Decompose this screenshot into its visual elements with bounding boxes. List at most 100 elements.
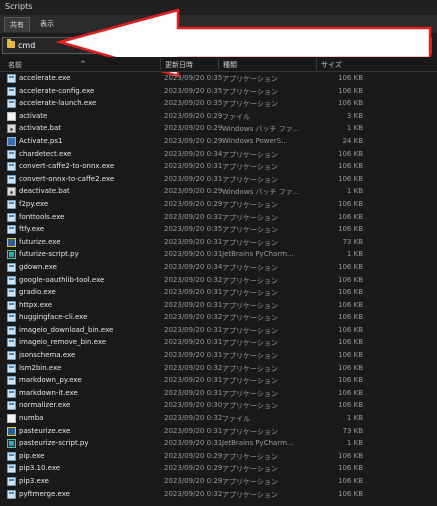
file-row[interactable]: convert-caffe2-to-onnx.exe 2023/09/20 0:3… bbox=[0, 160, 437, 173]
file-name: f2py.exe bbox=[19, 199, 49, 208]
file-date: 2023/09/20 0:29 bbox=[164, 451, 223, 460]
file-size: 106 KB bbox=[338, 162, 363, 171]
file-date: 2023/09/20 0:35 bbox=[164, 99, 223, 108]
file-type: Windows PowerS... bbox=[222, 136, 288, 145]
file-row[interactable]: pasteurize-script.py 2023/09/20 0:31 JetBr… bbox=[0, 437, 437, 450]
file-type: アプリケーション bbox=[222, 163, 278, 172]
file-row[interactable]: activate.bat 2023/09/20 0:29 Windows バッチ フ… bbox=[0, 122, 437, 135]
exe-file-icon bbox=[7, 212, 16, 222]
file-name: futurize-script.py bbox=[19, 250, 79, 259]
file-row[interactable]: chardetect.exe 2023/09/20 0:34 アプリケーション 106… bbox=[0, 148, 437, 161]
file-row[interactable]: accelerate.exe 2023/09/20 0:35 アプリケーション 106… bbox=[0, 72, 437, 85]
file-date: 2023/09/20 0:31 bbox=[164, 174, 223, 183]
file-type: Windows バッチ ファ... bbox=[222, 125, 300, 134]
file-date: 2023/09/20 0:29 bbox=[164, 464, 223, 473]
file-size: 106 KB bbox=[338, 325, 363, 334]
file-size: 106 KB bbox=[338, 212, 363, 221]
file-row[interactable]: google-oauthlib-tool.exe 2023/09/20 0:32 ア… bbox=[0, 274, 437, 287]
file-type: アプリケーション bbox=[222, 427, 278, 436]
file-date: 2023/09/20 0:29 bbox=[164, 111, 223, 120]
file-row[interactable]: gdown.exe 2023/09/20 0:34 アプリケーション 106 KB bbox=[0, 261, 437, 274]
file-size: 106 KB bbox=[338, 464, 363, 473]
file-row[interactable]: futurize-script.py 2023/09/20 0:31 JetBrai… bbox=[0, 248, 437, 261]
file-row[interactable]: ftfy.exe 2023/09/20 0:35 アプリケーション 106 KB bbox=[0, 223, 437, 236]
file-name: accelerate-config.exe bbox=[19, 86, 95, 95]
file-name: pip3.10.exe bbox=[19, 464, 61, 473]
file-row[interactable]: Activate.ps1 2023/09/20 0:29 Windows Power… bbox=[0, 135, 437, 148]
file-name: deactivate.bat bbox=[19, 187, 70, 196]
file-row[interactable]: deactivate.bat 2023/09/20 0:29 Windows バッチ… bbox=[0, 185, 437, 198]
file-row[interactable]: lsm2bin.exe 2023/09/20 0:32 アプリケーション 106 KB bbox=[0, 362, 437, 375]
file-row[interactable]: normalizer.exe 2023/09/20 0:30 アプリケーション 106… bbox=[0, 399, 437, 412]
file-row[interactable]: markdown_py.exe 2023/09/20 0:31 アプリケーション 10… bbox=[0, 374, 437, 387]
exe-file-icon bbox=[7, 401, 16, 411]
file-type: アプリケーション bbox=[222, 175, 278, 184]
file-row[interactable]: huggingface-cli.exe 2023/09/20 0:32 アプリケーシ… bbox=[0, 311, 437, 324]
file-type: アプリケーション bbox=[222, 478, 278, 486]
column-divider[interactable] bbox=[218, 58, 219, 70]
file-name: imageio_remove_bin.exe bbox=[19, 338, 107, 347]
file-row[interactable]: jsonschema.exe 2023/09/20 0:31 アプリケーション 106… bbox=[0, 349, 437, 362]
file-row[interactable]: fonttools.exe 2023/09/20 0:32 アプリケーション 106 … bbox=[0, 211, 437, 224]
column-size[interactable]: サイズ bbox=[321, 60, 342, 70]
file-row[interactable]: markdown-it.exe 2023/09/20 0:31 アプリケーション 10… bbox=[0, 387, 437, 400]
exe-file-icon bbox=[7, 275, 16, 285]
file-row[interactable]: pasteurize.exe 2023/09/20 0:31 アプリケーション 73 … bbox=[0, 425, 437, 438]
file-type: アプリケーション bbox=[222, 352, 278, 361]
column-type[interactable]: 種類 bbox=[223, 60, 237, 70]
file-row[interactable]: numba 2023/09/20 0:32 ファイル 1 KB bbox=[0, 412, 437, 425]
column-divider[interactable] bbox=[316, 58, 317, 70]
file-row[interactable]: pyftmerge.exe 2023/09/20 0:32 アプリケーション 106 … bbox=[0, 488, 437, 501]
file-row[interactable]: accelerate-config.exe 2023/09/20 0:35 アプリケ… bbox=[0, 85, 437, 98]
file-date: 2023/09/20 0:31 bbox=[164, 376, 223, 385]
file-type: アプリケーション bbox=[222, 465, 278, 474]
exe-file-icon bbox=[7, 262, 16, 272]
column-date[interactable]: 更新日時 bbox=[165, 60, 193, 70]
file-row[interactable]: httpx.exe 2023/09/20 0:31 アプリケーション 106 KB bbox=[0, 299, 437, 312]
file-row[interactable]: f2py.exe 2023/09/20 0:29 アプリケーション 106 KB bbox=[0, 198, 437, 211]
file-type: アプリケーション bbox=[222, 314, 278, 323]
file-type: JetBrains PyCharm... bbox=[222, 439, 294, 448]
file-size: 106 KB bbox=[338, 99, 363, 108]
file-type: アプリケーション bbox=[222, 364, 278, 373]
file-size: 1 KB bbox=[346, 124, 363, 133]
file-name: gradio.exe bbox=[19, 288, 56, 297]
file-name: httpx.exe bbox=[19, 300, 53, 309]
file-size: 106 KB bbox=[338, 313, 363, 322]
file-row[interactable]: activate 2023/09/20 0:29 ファイル 3 KB bbox=[0, 110, 437, 123]
file-size: 106 KB bbox=[338, 149, 363, 158]
file-date: 2023/09/20 0:31 bbox=[164, 300, 223, 309]
file-row[interactable]: pip3.10.exe 2023/09/20 0:29 アプリケーション 106 KB bbox=[0, 462, 437, 475]
file-size: 1 KB bbox=[346, 439, 363, 448]
column-name[interactable]: 名前 bbox=[8, 60, 22, 70]
sort-caret-icon: ^ bbox=[80, 60, 86, 68]
file-row[interactable]: pip3.exe 2023/09/20 0:29 アプリケーション 106 KB bbox=[0, 475, 437, 488]
exe-file-icon bbox=[7, 199, 16, 209]
file-row[interactable]: gradio.exe 2023/09/20 0:31 アプリケーション 106 KB bbox=[0, 286, 437, 299]
py-file-icon bbox=[7, 439, 16, 449]
file-row[interactable]: imageio_download_bin.exe 2023/09/20 0:31 ア… bbox=[0, 324, 437, 337]
exe-file-icon bbox=[7, 174, 16, 184]
pyexe-file-icon bbox=[7, 237, 16, 247]
file-row[interactable]: pip.exe 2023/09/20 0:29 アプリケーション 106 KB bbox=[0, 450, 437, 463]
ps1-file-icon bbox=[7, 136, 16, 146]
file-type: アプリケーション bbox=[222, 377, 278, 386]
file-name: fonttools.exe bbox=[19, 212, 65, 221]
file-size: 106 KB bbox=[338, 74, 363, 82]
file-type: アプリケーション bbox=[222, 389, 278, 398]
file-type: アプリケーション bbox=[222, 289, 278, 298]
file-size: 73 KB bbox=[342, 426, 363, 435]
file-row[interactable]: imageio_remove_bin.exe 2023/09/20 0:31 アプリ… bbox=[0, 336, 437, 349]
exe-file-icon bbox=[7, 300, 16, 310]
file-date: 2023/09/20 0:29 bbox=[164, 124, 223, 133]
file-type: ファイル bbox=[222, 112, 250, 121]
file-row[interactable]: convert-onnx-to-caffe2.exe 2023/09/20 0:3… bbox=[0, 173, 437, 186]
file-row[interactable]: futurize.exe 2023/09/20 0:31 アプリケーション 73 KB bbox=[0, 236, 437, 249]
column-divider[interactable] bbox=[160, 58, 161, 70]
column-header: 名前 ^ 更新日時 種類 サイズ bbox=[0, 57, 437, 72]
file-row[interactable]: accelerate-launch.exe 2023/09/20 0:35 アプリケ… bbox=[0, 97, 437, 110]
exe-file-icon bbox=[7, 489, 16, 499]
file-size: 24 KB bbox=[342, 136, 363, 145]
file-type: アプリケーション bbox=[222, 226, 278, 235]
file-name: gdown.exe bbox=[19, 262, 57, 271]
